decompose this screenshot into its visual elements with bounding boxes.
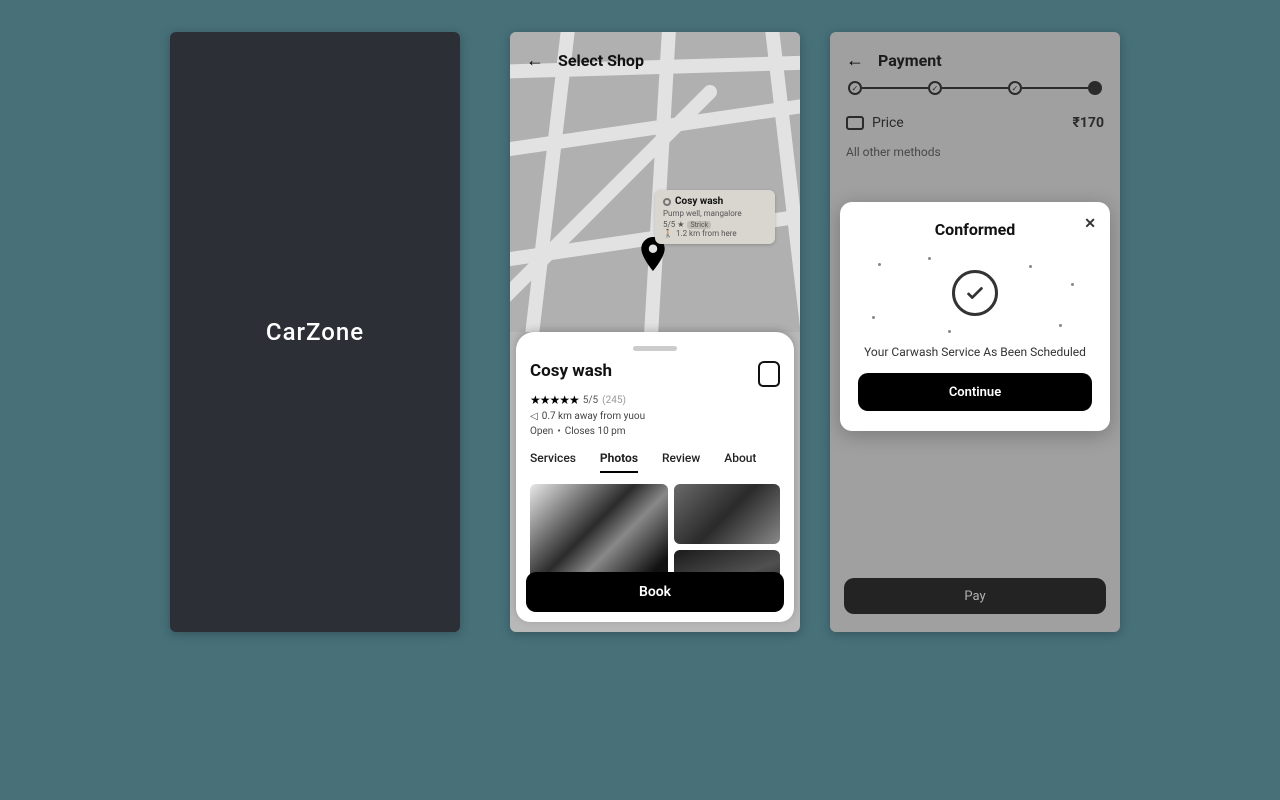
continue-button[interactable]: Continue (858, 373, 1092, 411)
map-roads (510, 32, 800, 332)
map-view[interactable]: ← Select Shop Cosy wash Pump well, manga… (510, 32, 800, 332)
sheet-grabber[interactable] (633, 346, 677, 351)
select-shop-screen: ← Select Shop Cosy wash Pump well, manga… (510, 32, 800, 632)
tab-services[interactable]: Services (530, 451, 576, 473)
distance-row: ◁ 0.7 km away from yuou (530, 411, 780, 422)
walk-icon: 🚶 (663, 229, 673, 238)
tabs: Services Photos Review About (530, 451, 780, 474)
dialog-title: Conformed (858, 220, 1092, 239)
tab-about[interactable]: About (724, 451, 756, 473)
tooltip-name: Cosy wash (675, 196, 723, 207)
tooltip-rating-row: 5/5 ★ Strick (663, 220, 767, 229)
book-button[interactable]: Book (526, 572, 784, 612)
navigate-icon: ◁ (530, 411, 538, 422)
success-graphic (858, 253, 1092, 333)
close-icon[interactable]: ✕ (1084, 216, 1096, 232)
back-arrow-icon[interactable]: ← (526, 50, 544, 71)
tooltip-distance-row: 🚶 1.2 km from here (663, 229, 767, 238)
open-status: Open (530, 426, 553, 437)
star-icon: ★★★★★ (530, 393, 579, 407)
splash-screen: CarZone (170, 32, 460, 632)
payment-screen: ← Payment ✓ ✓ ✓ Price ₹170 All other met… (830, 32, 1120, 632)
dialog-message: Your Carwash Service As Been Scheduled (864, 345, 1086, 359)
closes-text: Closes 10 pm (565, 426, 626, 437)
shop-dot-icon (663, 198, 671, 206)
rating-count: (245) (602, 395, 626, 406)
screen-header: ← Select Shop (526, 50, 644, 71)
shop-name: Cosy wash (530, 361, 612, 381)
tab-photos[interactable]: Photos (600, 451, 638, 473)
tooltip-badge: Strick (687, 221, 711, 229)
photo-thumbnail[interactable] (674, 484, 780, 544)
confirmation-dialog: ✕ Conformed Your Carwash Service As Been… (840, 202, 1110, 431)
map-tooltip[interactable]: Cosy wash Pump well, mangalore 5/5 ★ Str… (655, 190, 775, 244)
tooltip-distance: 1.2 km from here (676, 229, 737, 238)
tooltip-name-row: Cosy wash (663, 196, 767, 207)
bookmark-icon[interactable] (758, 361, 780, 387)
screen-title: Select Shop (558, 51, 644, 70)
rating-value: 5/5 (583, 395, 598, 406)
shop-detail-sheet: Cosy wash ★★★★★ 5/5 (245) ◁ 0.7 km away … (516, 332, 794, 622)
dot-sep: • (557, 426, 560, 437)
distance-text: 0.7 km away from yuou (542, 411, 645, 422)
brand-title: CarZone (266, 318, 364, 346)
hours-row: Open • Closes 10 pm (530, 426, 780, 437)
tab-review[interactable]: Review (662, 451, 700, 473)
tooltip-rating: 5/5 ★ (663, 220, 684, 229)
tooltip-address: Pump well, mangalore (663, 209, 767, 218)
rating-row: ★★★★★ 5/5 (245) (530, 393, 780, 407)
check-circle-icon (952, 270, 998, 316)
